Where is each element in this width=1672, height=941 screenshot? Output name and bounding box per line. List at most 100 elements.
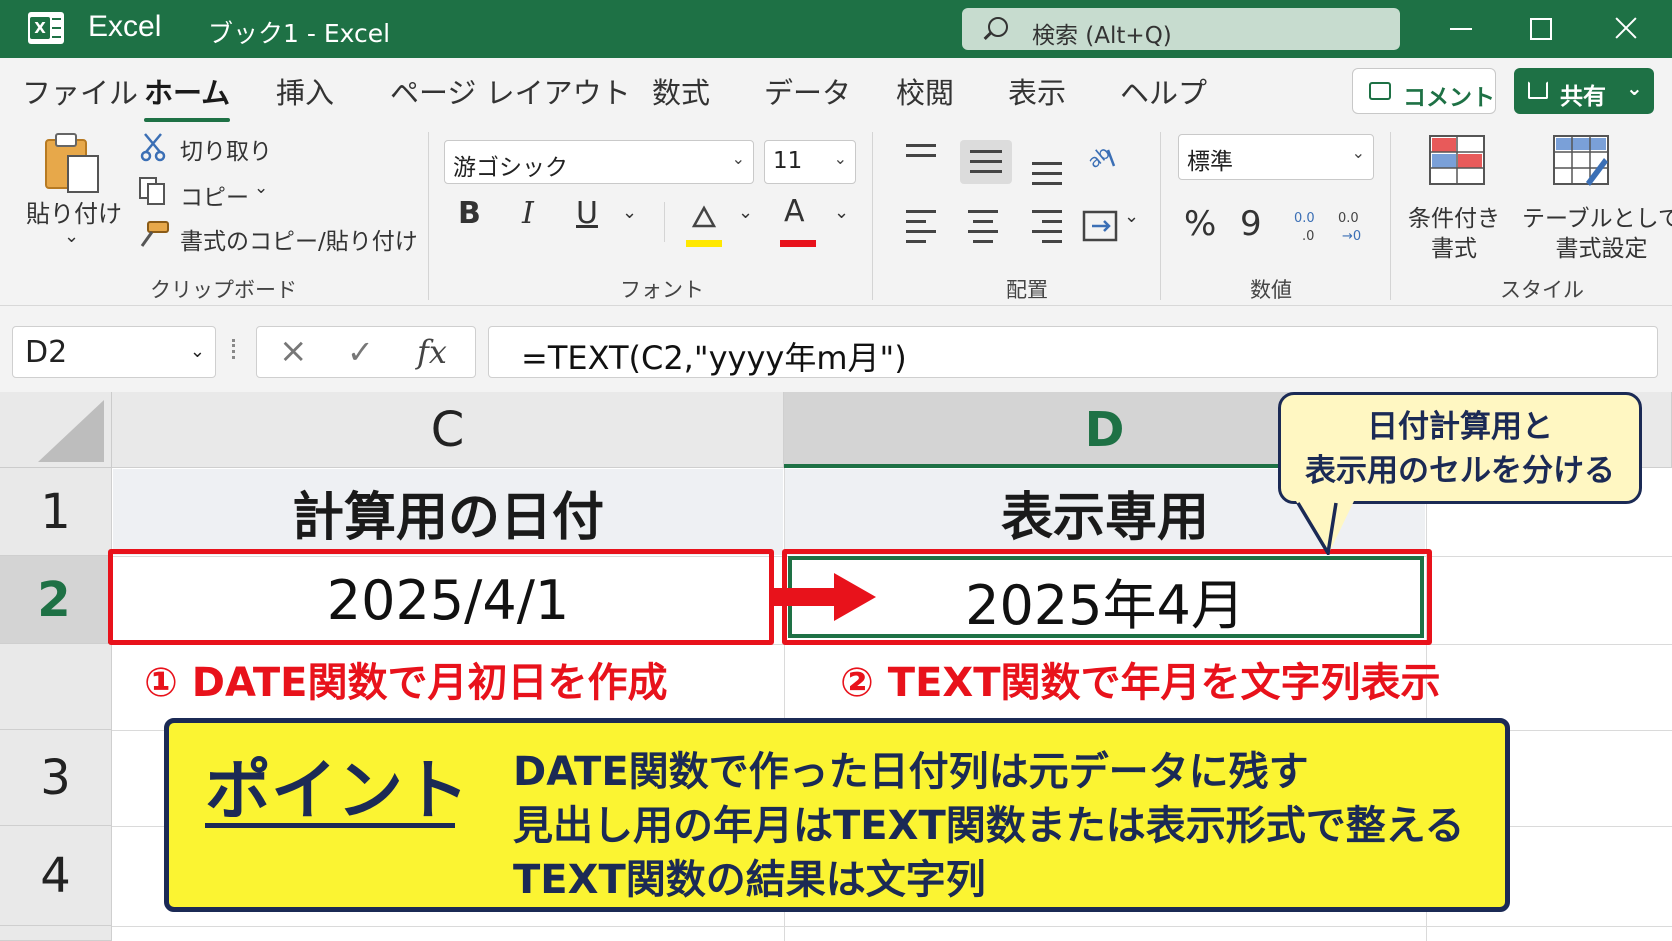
text-orientation-icon[interactable]: ab <box>1084 140 1120 176</box>
cancel-icon[interactable]: × <box>279 331 308 371</box>
tab-review[interactable]: 校閲 <box>896 70 954 112</box>
chevron-down-icon: ⌄ <box>731 149 745 168</box>
font-color-glyph: A <box>784 194 805 229</box>
tab-home[interactable]: ホーム <box>144 70 231 122</box>
chevron-down-icon: ⌄ <box>189 341 205 362</box>
formula-text: =TEXT(C2,"yyyy年m月") <box>521 339 907 377</box>
drag-handle[interactable] <box>232 339 235 359</box>
annotation-date-function: ① DATE関数で月初日を作成 <box>144 660 668 706</box>
svg-text:→0: →0 <box>1342 229 1361 244</box>
ribbon-tabs: ファイル ホーム 挿入 ページ レイアウト 数式 データ 校閲 表示 ヘルプ コ… <box>0 58 1672 122</box>
callout-tail <box>1296 501 1354 555</box>
italic-button[interactable]: I <box>522 196 534 231</box>
tab-insert[interactable]: 挿入 <box>276 70 334 112</box>
align-middle-button[interactable] <box>960 140 1012 184</box>
percent-style-button[interactable]: % <box>1184 204 1216 244</box>
svg-text:.0: .0 <box>1302 229 1314 244</box>
tab-view[interactable]: 表示 <box>1008 70 1066 112</box>
share-icon <box>1528 81 1548 99</box>
align-center-button[interactable] <box>964 208 1004 244</box>
point-line-3: TEXT関数の結果は文字列 <box>513 857 986 903</box>
svg-text:0.0: 0.0 <box>1294 211 1315 226</box>
ribbon-divider <box>664 202 665 242</box>
underline-button[interactable]: U <box>576 196 598 231</box>
tab-file[interactable]: ファイル <box>22 70 138 112</box>
select-all-button[interactable] <box>0 392 112 468</box>
row-header-1[interactable]: 1 <box>0 468 112 556</box>
tab-formulas[interactable]: 数式 <box>652 70 710 112</box>
row-header-4[interactable]: 4 <box>0 826 112 926</box>
share-label: 共有 <box>1560 84 1606 110</box>
tab-page-layout[interactable]: ページ レイアウト <box>390 70 631 112</box>
chevron-down-icon: ⌄ <box>833 149 847 168</box>
close-button[interactable] <box>1604 8 1648 48</box>
font-size-dropdown[interactable]: 11 ⌄ <box>764 140 856 184</box>
font-size-value: 11 <box>773 148 803 174</box>
enter-check-icon[interactable]: ✓ <box>347 333 374 371</box>
conditional-formatting-label: 条件付き 書式 <box>1408 206 1500 262</box>
ribbon: 貼り付け ⌄ 切り取り コピー ⌄ 書式のコピー/貼り付け クリップボード 游ゴ… <box>0 122 1672 306</box>
ribbon-divider <box>428 132 429 300</box>
format-as-table-icon <box>1553 135 1609 186</box>
decrease-decimal-icon[interactable]: 0.0 →0 <box>1334 208 1370 244</box>
share-button[interactable]: 共有 ⌄ <box>1514 68 1654 114</box>
chevron-down-icon: ⌄ <box>834 202 850 223</box>
point-underline <box>205 823 455 828</box>
column-header-c[interactable]: C <box>112 392 784 468</box>
name-box[interactable]: D2 ⌄ <box>12 326 216 378</box>
insert-function-icon[interactable]: fx <box>417 333 447 371</box>
bold-button[interactable]: B <box>458 196 481 231</box>
highlight-box-d2 <box>782 549 1432 645</box>
point-line-2: 見出し用の年月はTEXT関数または表示形式で整える <box>513 803 1465 849</box>
search-icon <box>988 17 1008 37</box>
alignment-group-label: 配置 <box>1006 278 1048 302</box>
annotation-text-function: ② TEXT関数で年月を文字列表示 <box>840 660 1441 706</box>
highlighter-icon <box>691 205 717 228</box>
comment-label: コメント <box>1403 85 1495 111</box>
point-line-1: DATE関数で作った日付列は元データに残す <box>513 749 1309 795</box>
row-header-5[interactable] <box>0 926 112 941</box>
formula-input[interactable]: =TEXT(C2,"yyyy年m月") <box>488 326 1658 378</box>
font-name-dropdown[interactable]: 游ゴシック ⌄ <box>444 140 754 184</box>
search-placeholder: 検索 (Alt+Q) <box>1032 23 1172 49</box>
row-header-3[interactable]: 3 <box>0 730 112 826</box>
row-header-2[interactable]: 2 <box>0 556 112 644</box>
ribbon-divider <box>872 132 873 300</box>
ribbon-divider <box>1390 132 1391 300</box>
comma-style-button[interactable]: 9 <box>1240 204 1262 244</box>
styles-group-label: スタイル <box>1500 278 1584 302</box>
minimize-button[interactable] <box>1440 8 1484 48</box>
point-title: ポイント <box>205 752 469 829</box>
callout-text: 日付計算用と 表示用のセルを分ける <box>1305 409 1615 489</box>
align-left-button[interactable] <box>902 208 942 244</box>
arrow-right-icon <box>774 588 836 606</box>
align-bottom-button[interactable] <box>1028 150 1068 186</box>
comment-icon <box>1369 82 1391 100</box>
tab-help[interactable]: ヘルプ <box>1120 70 1207 112</box>
align-top-button[interactable] <box>902 140 942 176</box>
format-painter-icon <box>140 221 169 247</box>
chevron-down-icon: ⌄ <box>254 178 269 198</box>
tab-data[interactable]: データ <box>764 70 851 112</box>
font-name-value: 游ゴシック <box>453 155 568 181</box>
app-name: Excel <box>88 10 162 43</box>
maximize-button[interactable] <box>1518 8 1562 48</box>
font-group-label: フォント <box>620 278 704 302</box>
align-right-button[interactable] <box>1028 208 1068 244</box>
paste-icon <box>45 133 99 193</box>
comment-button[interactable]: コメント <box>1352 68 1496 114</box>
title-bar: X Excel ブック1 - Excel 検索 (Alt+Q) <box>0 0 1672 58</box>
search-box[interactable]: 検索 (Alt+Q) <box>962 8 1400 50</box>
copy-icon <box>139 177 165 205</box>
chevron-down-icon: ⌄ <box>1124 206 1140 227</box>
number-group-label: 数値 <box>1250 278 1292 302</box>
row-header-blank[interactable] <box>0 644 112 730</box>
increase-decimal-icon[interactable]: 0.0 .0 <box>1290 208 1326 244</box>
number-format-dropdown[interactable]: 標準 ⌄ <box>1178 134 1374 180</box>
paste-label: 貼り付け <box>26 200 122 228</box>
cell-c1[interactable]: 計算用の日付 <box>113 469 783 555</box>
scissors-icon <box>140 133 166 162</box>
chevron-down-icon: ⌄ <box>1626 76 1643 100</box>
font-color-swatch <box>780 240 816 247</box>
highlight-box-c2 <box>108 549 774 645</box>
